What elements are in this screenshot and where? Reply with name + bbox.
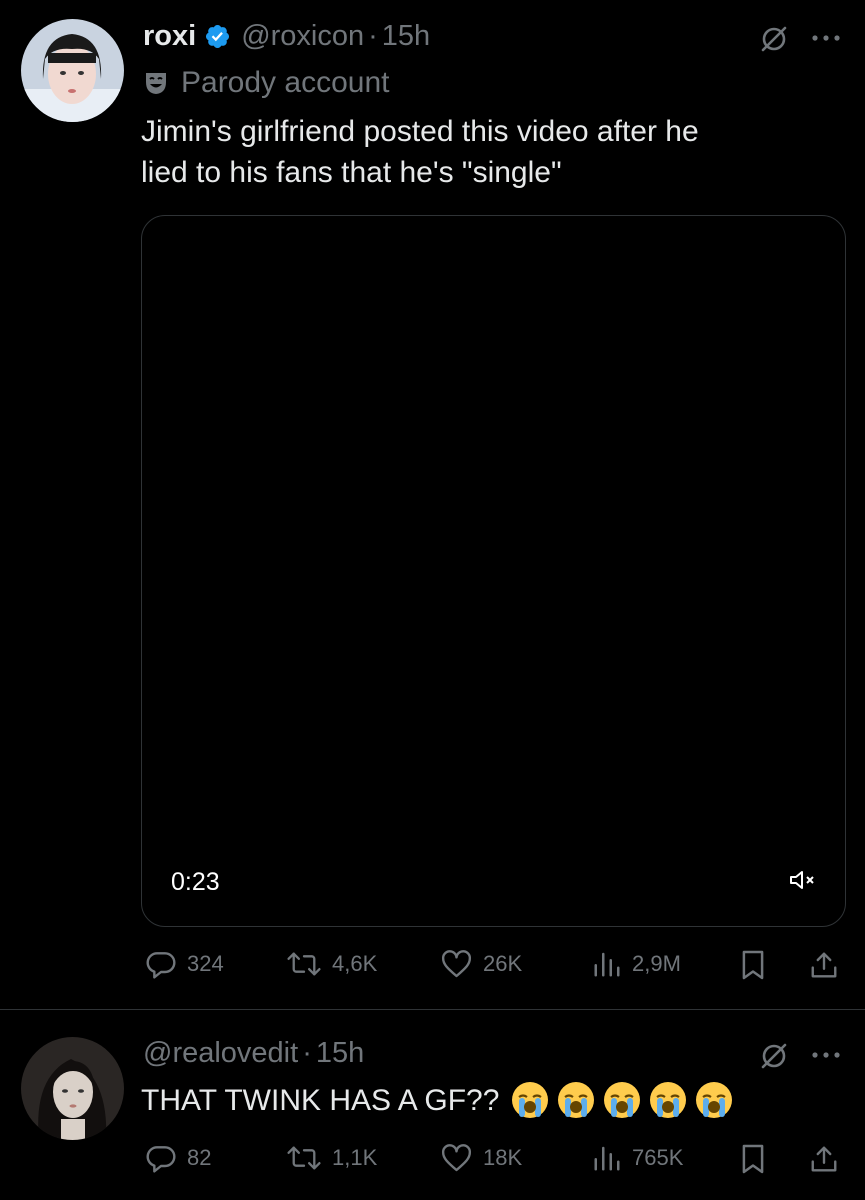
video-duration: 0:23 — [171, 868, 220, 896]
repost-button[interactable]: 1,1K — [286, 1142, 377, 1174]
like-count: 26K — [483, 951, 523, 976]
like-button[interactable]: 26K — [440, 948, 522, 980]
emoji-group — [511, 1081, 733, 1119]
grok-icon[interactable] — [757, 1039, 791, 1073]
repost-button[interactable]: 4,6K — [286, 948, 377, 980]
repost-icon — [287, 1146, 321, 1170]
reply-count: 324 — [187, 951, 224, 976]
loudly-crying-emoji — [650, 1082, 687, 1118]
reply-text-row: THAT TWINK HAS A GF?? — [141, 1078, 733, 1122]
video-player[interactable]: 0:23 — [141, 215, 846, 927]
reply-text: THAT TWINK HAS A GF?? — [141, 1083, 500, 1117]
reply-icon — [146, 952, 176, 979]
repost-count: 1,1K — [332, 1145, 378, 1170]
share-icon[interactable] — [806, 1142, 842, 1176]
tweet-text-line-2: lied to his fans that he's "single" — [141, 156, 562, 189]
bookmark-icon[interactable] — [736, 1142, 770, 1176]
tweet-text-line-1: Jimin's girlfriend posted this video aft… — [141, 115, 699, 148]
views-count: 2,9M — [632, 951, 681, 976]
share-icon[interactable] — [806, 948, 842, 982]
loudly-crying-emoji — [604, 1082, 641, 1118]
reply-button[interactable]: 82 — [145, 1142, 211, 1174]
parody-label: Parody account — [181, 66, 390, 99]
reply-time[interactable]: 15h — [316, 1037, 364, 1070]
like-icon — [441, 950, 472, 978]
loudly-crying-emoji — [558, 1082, 595, 1118]
author-avatar[interactable] — [21, 19, 124, 122]
reply-header: @realovedit · 15h — [143, 1033, 364, 1073]
more-icon[interactable] — [808, 26, 844, 50]
reply-button[interactable]: 324 — [145, 948, 224, 980]
like-button[interactable]: 18K — [440, 1142, 522, 1174]
bookmark-icon[interactable] — [736, 948, 770, 982]
like-icon — [441, 1144, 472, 1172]
author-handle[interactable]: @roxicon — [241, 20, 364, 53]
views-button[interactable]: 765K — [592, 1142, 683, 1174]
reply-count: 82 — [187, 1145, 212, 1170]
grok-icon[interactable] — [757, 22, 791, 56]
repost-count: 4,6K — [332, 951, 378, 976]
tweet-text: Jimin's girlfriend posted this video aft… — [141, 111, 699, 193]
separator-dot: · — [368, 19, 378, 52]
views-icon — [594, 1146, 620, 1171]
more-icon[interactable] — [808, 1043, 844, 1067]
loudly-crying-emoji — [696, 1082, 733, 1118]
like-count: 18K — [483, 1145, 523, 1170]
loudly-crying-emoji — [512, 1082, 549, 1118]
tweet-time[interactable]: 15h — [382, 20, 430, 53]
parody-mask-icon — [143, 70, 169, 96]
reply-handle[interactable]: @realovedit — [143, 1037, 298, 1070]
views-count: 765K — [632, 1145, 684, 1170]
repost-icon — [287, 952, 321, 976]
mute-icon[interactable] — [789, 869, 817, 896]
separator-dot: · — [302, 1036, 312, 1069]
reply-icon — [146, 1146, 176, 1173]
author-name[interactable]: roxi — [143, 20, 196, 53]
views-icon — [594, 952, 620, 977]
tweet-divider — [0, 1009, 865, 1010]
verified-badge-icon — [204, 23, 231, 50]
reply-avatar[interactable] — [21, 1037, 124, 1140]
parody-badge: Parody account — [143, 63, 389, 103]
tweet-header: roxi @roxicon · 15h — [143, 16, 430, 56]
views-button[interactable]: 2,9M — [592, 948, 681, 980]
